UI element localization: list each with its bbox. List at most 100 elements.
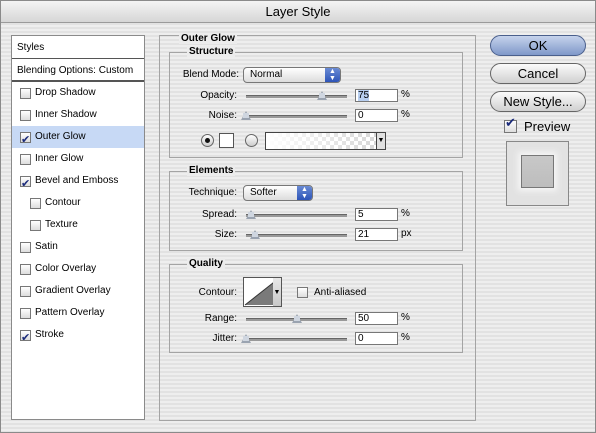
style-item-label: Stroke [35, 329, 64, 340]
opacity-value: 75 [358, 90, 370, 101]
style-item-inner-shadow[interactable]: Inner Shadow [12, 104, 144, 126]
range-slider-thumb[interactable] [291, 314, 302, 323]
size-unit: px [401, 228, 412, 239]
opacity-slider-track[interactable] [246, 95, 347, 98]
dropdown-arrow-icon[interactable]: ▼ [376, 133, 385, 149]
layer-style-dialog: Layer Style Styles Blending Options: Cus… [0, 0, 596, 433]
noise-slider-thumb[interactable] [241, 111, 251, 120]
styles-header[interactable]: Styles [12, 36, 144, 59]
style-item-label: Inner Glow [35, 153, 84, 164]
style-item-inner-glow[interactable]: Inner Glow [12, 148, 144, 170]
style-checkbox[interactable] [20, 87, 31, 99]
size-slider-thumb[interactable] [249, 230, 260, 239]
style-item-gradient-overlay[interactable]: Gradient Overlay [12, 280, 144, 302]
anti-aliased-checkbox[interactable] [297, 287, 308, 298]
range-unit: % [401, 312, 410, 323]
size-slider-track[interactable] [246, 234, 347, 237]
window-title: Layer Style [1, 1, 595, 23]
style-checkbox[interactable] [20, 173, 31, 195]
new-style-button[interactable]: New Style... [490, 91, 586, 112]
noise-slider-track[interactable] [246, 115, 347, 118]
style-checkbox[interactable] [20, 241, 31, 253]
technique-select[interactable]: Softer ▲ ▼ [243, 185, 313, 201]
blend-mode-select[interactable]: Normal ▲ ▼ [243, 67, 341, 83]
style-item-label: Satin [35, 241, 58, 252]
structure-title: Structure [187, 46, 236, 57]
spread-label: Spread: [201, 209, 237, 220]
style-item-label: Drop Shadow [35, 87, 96, 98]
style-item-bevel-and-emboss[interactable]: Bevel and Emboss [12, 170, 144, 195]
style-checkbox[interactable] [30, 219, 41, 231]
style-checkbox[interactable] [20, 263, 31, 275]
style-checkbox[interactable] [20, 129, 31, 151]
spread-slider-thumb[interactable] [246, 210, 257, 219]
gradient-picker[interactable]: ▼ [265, 132, 386, 150]
elements-title: Elements [187, 165, 236, 176]
style-item-label: Gradient Overlay [35, 285, 111, 296]
size-label: Size: [214, 229, 237, 240]
jitter-slider-track[interactable] [246, 338, 347, 341]
size-input[interactable]: 21 [355, 228, 398, 241]
style-checkbox[interactable] [20, 153, 31, 165]
jitter-input[interactable]: 0 [355, 332, 398, 345]
range-label: Range: [204, 313, 237, 324]
style-item-label: Texture [45, 219, 78, 230]
style-items: Drop Shadow Inner Shadow Outer Glow Inner G… [12, 82, 144, 349]
quality-title: Quality [187, 258, 225, 269]
style-item-label: Inner Shadow [35, 109, 97, 120]
opacity-slider-thumb[interactable] [316, 91, 327, 100]
blending-options-item[interactable]: Blending Options: Custom [12, 60, 144, 82]
preview-toggle[interactable]: Preview [504, 116, 571, 134]
opacity-unit: % [401, 89, 410, 100]
style-checkbox[interactable] [20, 307, 31, 319]
style-item-label: Pattern Overlay [35, 307, 105, 318]
style-item-outer-glow[interactable]: Outer Glow [12, 126, 144, 151]
contour-dropdown-arrow-icon[interactable]: ▼ [273, 277, 282, 307]
noise-input[interactable]: 0 [355, 109, 398, 122]
range-input[interactable]: 50 [355, 312, 398, 325]
spread-input[interactable]: 5 [355, 208, 398, 221]
preview-thumbnail [506, 141, 569, 206]
style-item-texture[interactable]: Texture [12, 214, 144, 236]
style-item-stroke[interactable]: Stroke [12, 324, 144, 349]
solid-color-radio[interactable] [201, 134, 214, 147]
style-checkbox[interactable] [20, 327, 31, 349]
style-checkbox[interactable] [20, 109, 31, 121]
style-item-satin[interactable]: Satin [12, 236, 144, 258]
preview-swatch [521, 155, 554, 188]
jitter-slider-thumb[interactable] [241, 334, 251, 343]
anti-aliased-label: Anti-aliased [314, 287, 367, 298]
gradient-radio[interactable] [245, 134, 258, 147]
blend-mode-label: Blend Mode: [182, 69, 239, 80]
panel-title: Outer Glow [179, 33, 237, 44]
opacity-input[interactable]: 75 [355, 89, 398, 102]
glow-color-swatch[interactable] [219, 133, 234, 148]
noise-label: Noise: [208, 110, 237, 121]
preview-checkbox[interactable] [504, 116, 517, 133]
style-item-color-overlay[interactable]: Color Overlay [12, 258, 144, 280]
opacity-label: Opacity: [200, 90, 237, 101]
spread-slider-track[interactable] [246, 214, 347, 217]
jitter-label: Jitter: [212, 333, 237, 344]
style-checkbox[interactable] [20, 285, 31, 297]
blend-mode-value: Normal [250, 69, 283, 80]
style-item-label: Color Overlay [35, 263, 97, 274]
style-item-pattern-overlay[interactable]: Pattern Overlay [12, 302, 144, 324]
styles-list: Styles Blending Options: Custom Drop Sha… [11, 35, 145, 420]
jitter-unit: % [401, 332, 410, 343]
style-checkbox[interactable] [30, 197, 41, 209]
cancel-button[interactable]: Cancel [490, 63, 586, 84]
technique-label: Technique: [188, 187, 237, 198]
style-item-drop-shadow[interactable]: Drop Shadow [12, 82, 144, 104]
style-item-label: Bevel and Emboss [35, 175, 119, 186]
chevron-updown-icon: ▲ ▼ [297, 186, 312, 200]
spread-unit: % [401, 208, 410, 219]
noise-unit: % [401, 109, 410, 120]
ok-button[interactable]: OK [490, 35, 586, 56]
style-item-contour[interactable]: Contour [12, 192, 144, 214]
style-item-label: Outer Glow [35, 131, 86, 142]
preview-label: Preview [524, 119, 571, 134]
chevron-updown-icon: ▲ ▼ [325, 68, 340, 82]
contour-label: Contour: [198, 287, 237, 298]
style-item-label: Contour [45, 197, 81, 208]
